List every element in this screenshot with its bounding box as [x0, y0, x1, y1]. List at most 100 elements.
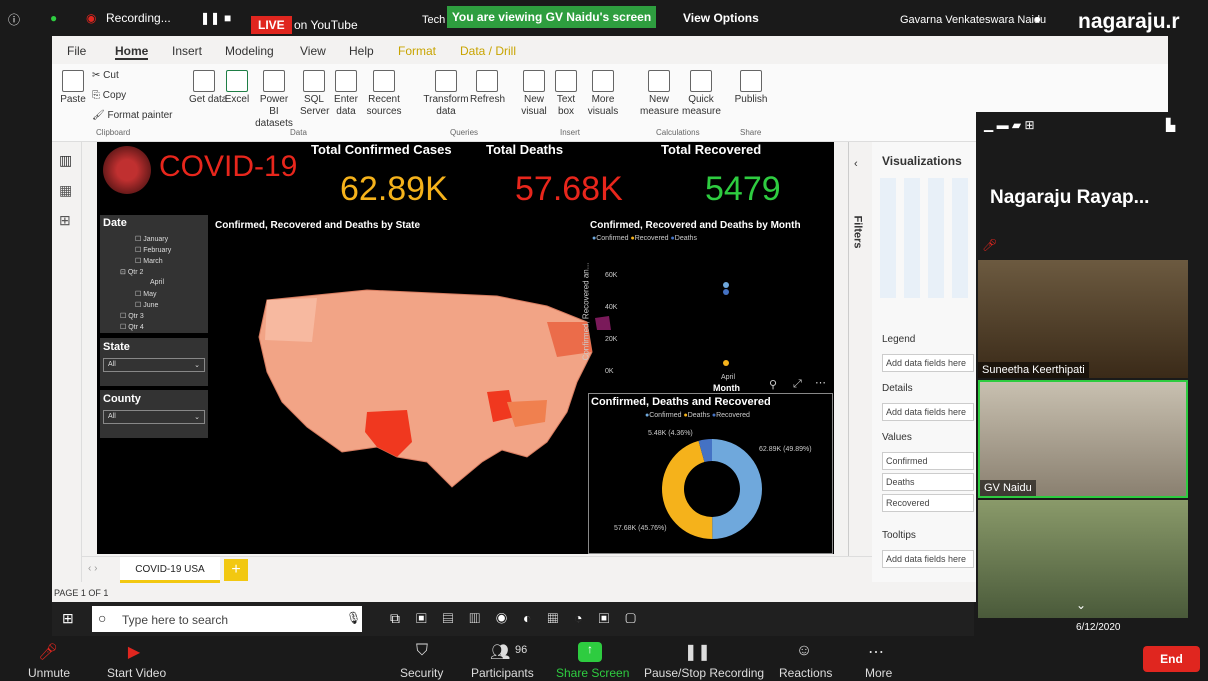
month-point-recovered[interactable]	[723, 360, 729, 367]
get-data-button[interactable]: Get data	[189, 70, 227, 105]
filter-icon[interactable]: ⚲	[769, 378, 777, 391]
county-slicer[interactable]: County All ⌄	[100, 390, 208, 438]
county-dropdown[interactable]: All ⌄	[103, 410, 205, 424]
unmute-button[interactable]: Unmute	[28, 666, 70, 680]
more-icon[interactable]: ⋯	[866, 642, 886, 661]
value-field[interactable]: Confirmed	[882, 452, 974, 470]
report-view-icon[interactable]: ▥	[59, 152, 72, 169]
slicer-item[interactable]: ☐ May	[135, 290, 156, 298]
menu-help[interactable]: Help	[349, 44, 374, 58]
donut-slice-confirmed[interactable]	[712, 439, 762, 539]
details-well[interactable]: Add data fields here	[882, 403, 974, 421]
cut-button[interactable]: ✂ Cut	[92, 70, 119, 81]
visual-gallery[interactable]	[880, 178, 976, 298]
chevron-down-icon[interactable]: ⌄	[1076, 598, 1086, 612]
tab-covid-usa[interactable]: COVID-19 USA	[120, 557, 220, 583]
text-box-button[interactable]: Text box	[554, 70, 578, 118]
tab-scroll-icon[interactable]: ‹ ›	[88, 563, 97, 574]
month-point-confirmed[interactable]	[723, 281, 729, 288]
new-visual-button[interactable]: New visual	[520, 70, 548, 118]
stream-target[interactable]: on YouTube	[294, 18, 358, 32]
muted-mic-icon[interactable]: 🎤︎	[38, 642, 58, 661]
state-dropdown[interactable]: All ⌄	[103, 358, 205, 372]
menu-home[interactable]: Home	[115, 44, 149, 60]
participant-video[interactable]: GV Naidu	[978, 380, 1188, 498]
donut-chart[interactable]	[657, 434, 767, 544]
kpi-recovered-value[interactable]: 5479	[705, 170, 781, 209]
date-slicer[interactable]: Date ☐ January ☐ February ☐ March ⊡ Qtr …	[100, 215, 208, 333]
us-map[interactable]	[247, 282, 627, 492]
participant-video[interactable]: Suneetha Keerthipati	[978, 260, 1188, 378]
view-options-button[interactable]: View Options	[683, 11, 759, 25]
menu-file[interactable]: File	[67, 44, 86, 58]
reactions-icon[interactable]: ☺	[794, 642, 814, 660]
share-screen-icon[interactable]: ↑	[578, 642, 602, 662]
pause-recording-icon[interactable]: ❚❚	[684, 642, 711, 661]
popout-icon[interactable]: ▙	[1166, 118, 1175, 132]
menu-modeling[interactable]: Modeling	[225, 44, 274, 58]
legend-well[interactable]: Add data fields here	[882, 354, 974, 372]
filters-pane[interactable]: ‹ Filters	[848, 142, 872, 582]
start-video-button[interactable]: Start Video	[107, 666, 166, 680]
slicer-item[interactable]: ☐ February	[135, 246, 171, 254]
slicer-item[interactable]: ☐ Qtr 3	[120, 312, 144, 320]
menu-data-drill[interactable]: Data / Drill	[460, 44, 516, 58]
group-share: Share	[740, 128, 762, 137]
video-layout-controls[interactable]: ▁ ▬ ▰ ⊞	[984, 118, 1035, 132]
quick-measure-button[interactable]: Quick measure	[682, 70, 721, 118]
copy-button[interactable]: ⎘ Copy	[92, 90, 126, 101]
publish-button[interactable]: Publish	[732, 70, 770, 105]
share-screen-button[interactable]: Share Screen	[556, 666, 629, 680]
add-page-button[interactable]: +	[224, 559, 248, 581]
slicer-item[interactable]: ☐ June	[135, 301, 158, 309]
transform-data-button[interactable]: Transform data	[422, 70, 470, 118]
powerbi-datasets-button[interactable]: Power BI datasets	[254, 70, 294, 130]
tooltips-well[interactable]: Add data fields here	[882, 550, 974, 568]
data-view-icon[interactable]: ▦	[59, 182, 72, 199]
windows-start-icon[interactable]: ⊞	[62, 610, 74, 627]
pause-record-button[interactable]: ❚❚	[200, 11, 220, 25]
video-off-icon[interactable]: ▶︎	[124, 642, 144, 661]
excel-button[interactable]: Excel	[224, 70, 250, 105]
new-measure-button[interactable]: New measure	[640, 70, 679, 118]
kpi-confirmed-value[interactable]: 62.89K	[340, 170, 448, 209]
menu-insert[interactable]: Insert	[172, 44, 202, 58]
slicer-item[interactable]: ☐ Qtr 4	[120, 323, 144, 331]
chevron-left-icon[interactable]: ‹	[854, 158, 858, 170]
security-button[interactable]: Security	[400, 666, 443, 680]
pause-stop-recording-button[interactable]: Pause/Stop Recording	[644, 666, 764, 680]
menu-view[interactable]: View	[300, 44, 326, 58]
refresh-button[interactable]: Refresh	[470, 70, 505, 105]
more-visuals-button[interactable]: More visuals	[586, 70, 620, 118]
security-shield-icon[interactable]: ⛉	[412, 642, 432, 660]
month-point-deaths[interactable]	[723, 288, 729, 295]
end-meeting-button[interactable]: End	[1143, 646, 1200, 672]
slicer-item[interactable]: ⊡ Qtr 2	[120, 268, 143, 276]
info-icon[interactable]: ⓘ	[8, 11, 20, 28]
more-button[interactable]: More	[865, 666, 892, 680]
filters-label[interactable]: Filters	[852, 215, 864, 248]
participants-icon[interactable]: 👥︎	[490, 642, 510, 661]
paste-button[interactable]: Paste	[60, 70, 86, 105]
value-field[interactable]: Recovered	[882, 494, 974, 512]
focus-mode-icon[interactable]: ⤢	[793, 378, 802, 391]
stop-record-button[interactable]: ■	[224, 11, 231, 25]
slicer-item[interactable]: April	[150, 279, 164, 286]
recent-sources-button[interactable]: Recent sources	[364, 70, 404, 118]
menu-format[interactable]: Format	[398, 44, 436, 58]
taskbar-search[interactable]: ○ Type here to search 🎙︎	[92, 606, 362, 632]
more-options-icon[interactable]: ⋯	[815, 376, 826, 389]
value-field[interactable]: Deaths	[882, 473, 974, 491]
reactions-button[interactable]: Reactions	[779, 666, 832, 680]
microphone-icon[interactable]: 🎙︎	[346, 611, 361, 625]
taskbar-apps[interactable]: ⧉▣▤▥◉◐▦◔▣▢	[390, 610, 652, 627]
state-slicer[interactable]: State All ⌄	[100, 338, 208, 386]
participants-button[interactable]: Participants	[471, 666, 534, 680]
model-view-icon[interactable]: ⊞	[59, 212, 71, 229]
slicer-item[interactable]: ☐ March	[135, 257, 163, 265]
format-painter-button[interactable]: 🖌 Format painter	[92, 110, 173, 121]
slicer-item[interactable]: ☐ January	[135, 235, 168, 243]
sql-server-button[interactable]: SQL Server	[300, 70, 329, 118]
enter-data-button[interactable]: Enter data	[332, 70, 360, 118]
kpi-deaths-value[interactable]: 57.68K	[515, 170, 623, 209]
